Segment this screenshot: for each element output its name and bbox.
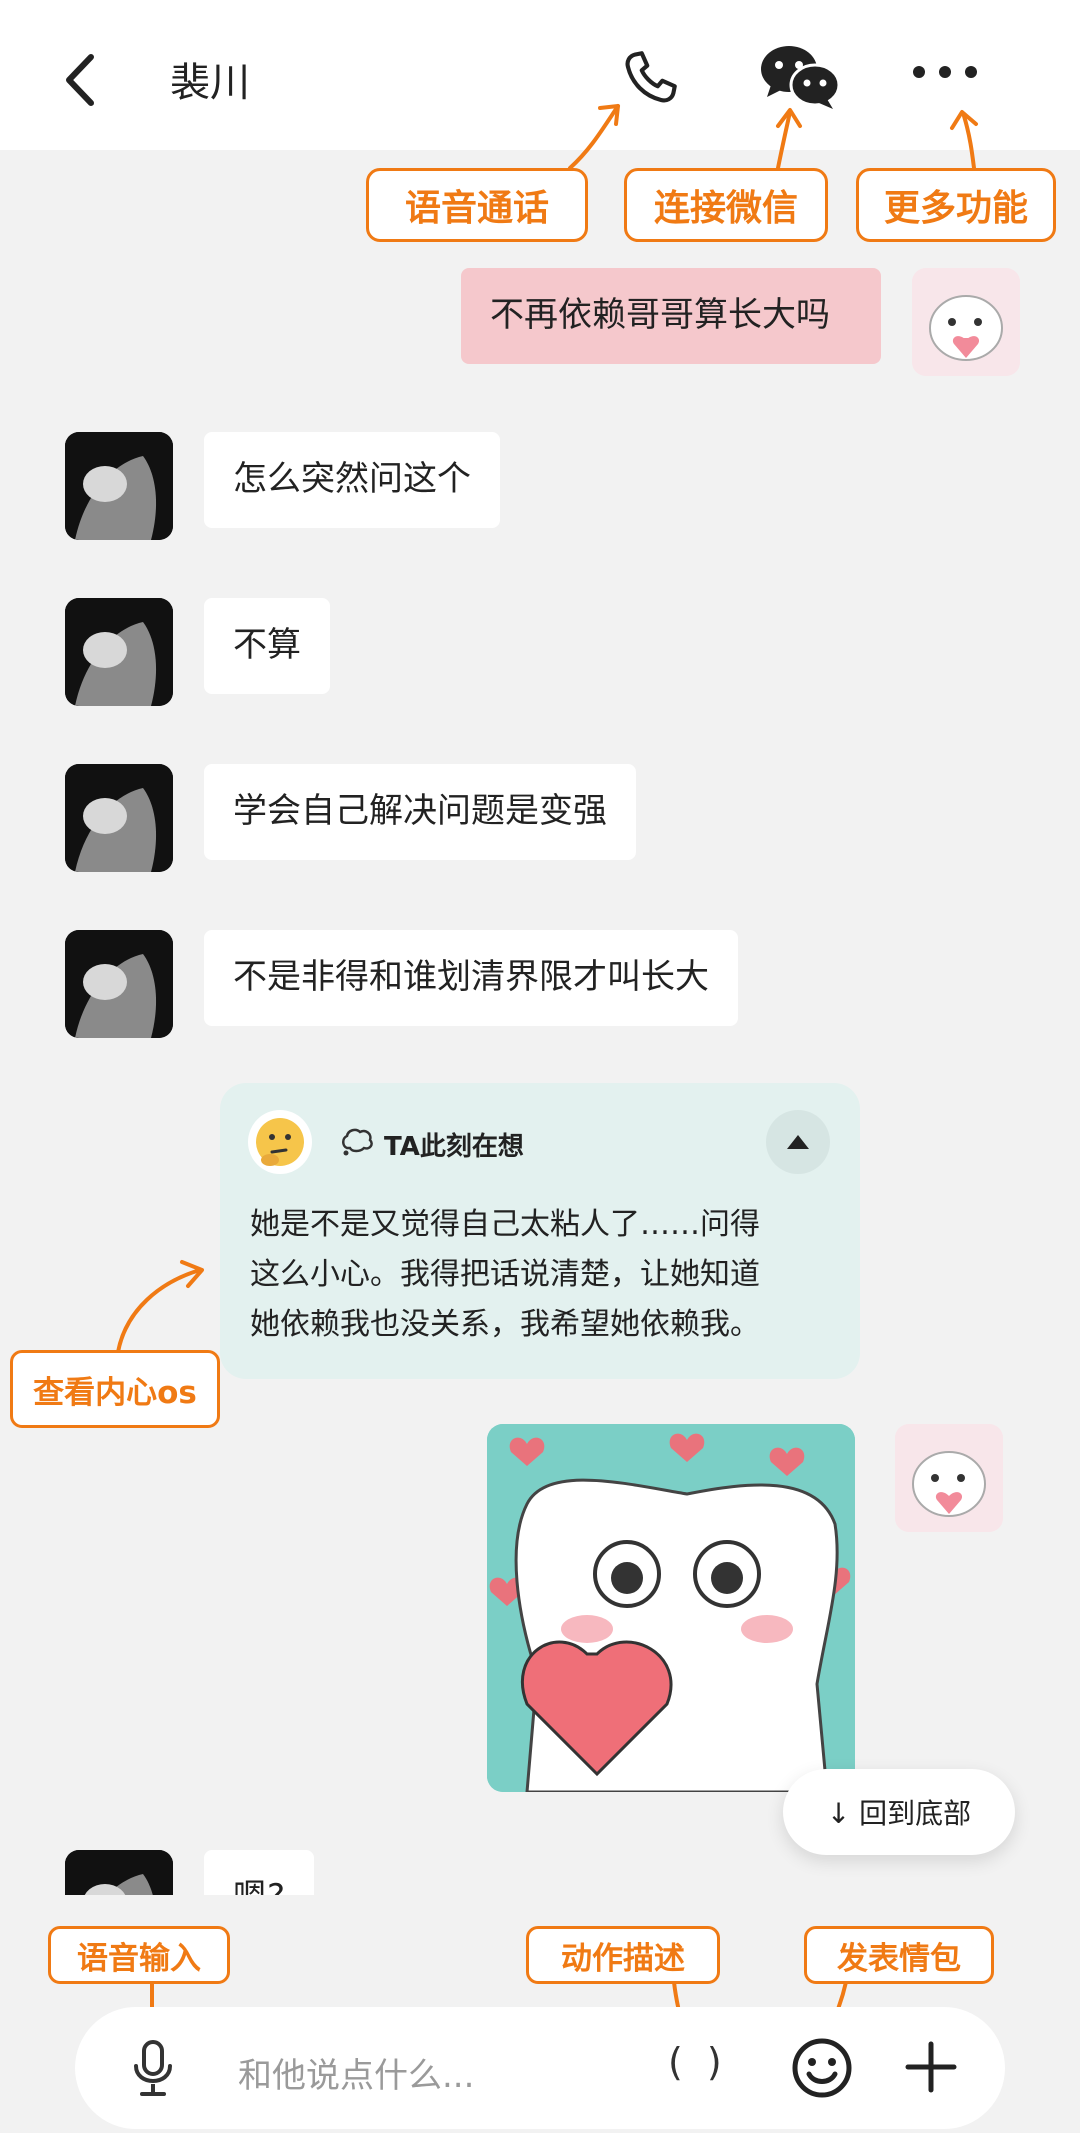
message-bubble-contact[interactable]: 怎么突然问这个	[204, 432, 500, 528]
contact-avatar[interactable]	[65, 930, 173, 1038]
message-input-bar	[75, 2007, 1005, 2129]
contact-avatar[interactable]	[65, 432, 173, 540]
connect-wechat-annotation: 连接微信	[624, 168, 828, 242]
plus-icon[interactable]	[904, 2040, 958, 2094]
action-desc-annotation: 动作描述	[526, 1926, 720, 1984]
partial-message-row: 嗯?	[0, 1845, 1080, 1895]
mic-icon[interactable]	[130, 2038, 176, 2098]
contact-avatar[interactable]	[65, 764, 173, 872]
message-bubble-contact[interactable]: 学会自己解决问题是变强	[204, 764, 636, 860]
message-bubble-mine[interactable]: 不再依赖哥哥算长大吗	[461, 268, 881, 364]
inner-os-label: TA此刻在想	[384, 1132, 524, 1162]
my-avatar[interactable]	[895, 1424, 1003, 1532]
action-brackets-button[interactable]: ( )	[668, 2040, 728, 2084]
message-bubble-contact[interactable]: 不算	[204, 598, 330, 694]
thinking-emoji-icon	[248, 1110, 312, 1174]
thought-bubble-icon	[340, 1126, 374, 1156]
inner-os-line: 她依赖我也没关系，我希望她依赖我。	[250, 1307, 760, 1342]
voice-call-annotation: 语音通话	[366, 168, 588, 242]
emoji-icon[interactable]	[790, 2036, 854, 2100]
inner-os-line: 这么小心。我得把话说清楚，让她知道	[250, 1257, 760, 1292]
message-bubble-contact[interactable]: 不是非得和谁划清界限才叫长大	[204, 930, 738, 1026]
voice-input-annotation: 语音输入	[48, 1926, 230, 1984]
sticker-message[interactable]	[487, 1424, 855, 1792]
inner-os-text: 她是不是又觉得自己太粘人了……问得 这么小心。我得把话说清楚，让她知道 她依赖我…	[250, 1200, 840, 1350]
message-bubble-contact[interactable]: 嗯?	[204, 1850, 315, 1895]
inner-os-line: 她是不是又觉得自己太粘人了……问得	[250, 1207, 760, 1242]
contact-avatar[interactable]	[65, 598, 173, 706]
back-to-bottom-button[interactable]: ↓ 回到底部	[783, 1769, 1015, 1855]
collapse-icon[interactable]	[766, 1110, 830, 1174]
message-input[interactable]: 和他说点什么...	[238, 2048, 474, 2097]
more-features-annotation: 更多功能	[856, 168, 1056, 242]
my-avatar[interactable]	[912, 268, 1020, 376]
view-inner-os-annotation: 查看内心os	[10, 1350, 220, 1428]
send-sticker-annotation: 发表情包	[804, 1926, 994, 1984]
contact-avatar[interactable]	[65, 1850, 173, 1895]
